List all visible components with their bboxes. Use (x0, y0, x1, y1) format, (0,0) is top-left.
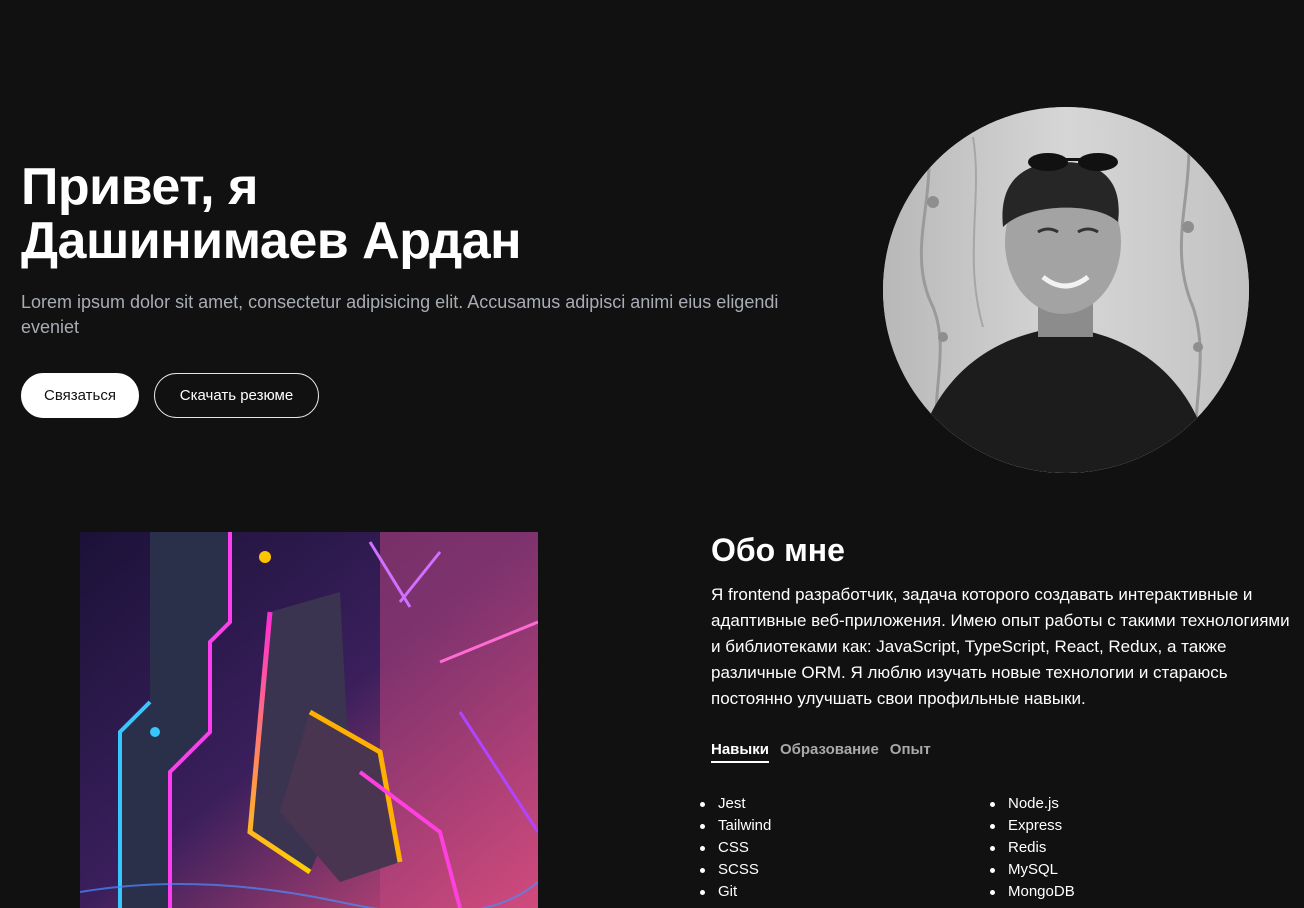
hero-title-line1: Привет, я (21, 158, 258, 216)
list-item: MySQL (990, 859, 1075, 881)
tab-experience[interactable]: Опыт (890, 741, 931, 763)
download-resume-button[interactable]: Скачать резюме (154, 373, 319, 418)
list-item: Express (990, 815, 1075, 837)
list-item: Git (700, 881, 771, 903)
list-item: CSS (700, 837, 771, 859)
list-item: Tailwind (700, 815, 771, 837)
about-title: Обо мне (711, 532, 845, 568)
list-item: Jest (700, 793, 771, 815)
portfolio-page: Привет, я Дашинимаев Ардан Lorem ipsum d… (0, 0, 1304, 908)
list-item: MongoDB (990, 881, 1075, 903)
contact-button[interactable]: Связаться (21, 373, 139, 418)
tab-skills[interactable]: Навыки (711, 741, 769, 763)
hero-title: Привет, я Дашинимаев Ардан (21, 158, 522, 270)
about-text: Я frontend разработчик, задача которого … (711, 585, 1290, 708)
list-item: Redis (990, 837, 1075, 859)
list-item: Node.js (990, 793, 1075, 815)
skills-list-right: Node.js Express Redis MySQL MongoDB (990, 793, 1075, 903)
neon-artwork-image (80, 532, 538, 908)
list-item: SCSS (700, 859, 771, 881)
skills-list-left: Jest Tailwind CSS SCSS Git (700, 793, 771, 903)
tab-education[interactable]: Образование (780, 741, 879, 763)
profile-photo (883, 107, 1249, 473)
hero-subtitle: Lorem ipsum dolor sit amet, consectetur … (21, 292, 779, 337)
hero-title-line2: Дашинимаев Ардан (21, 212, 522, 270)
about-tabs: Навыки Образование Опыт (711, 741, 931, 763)
